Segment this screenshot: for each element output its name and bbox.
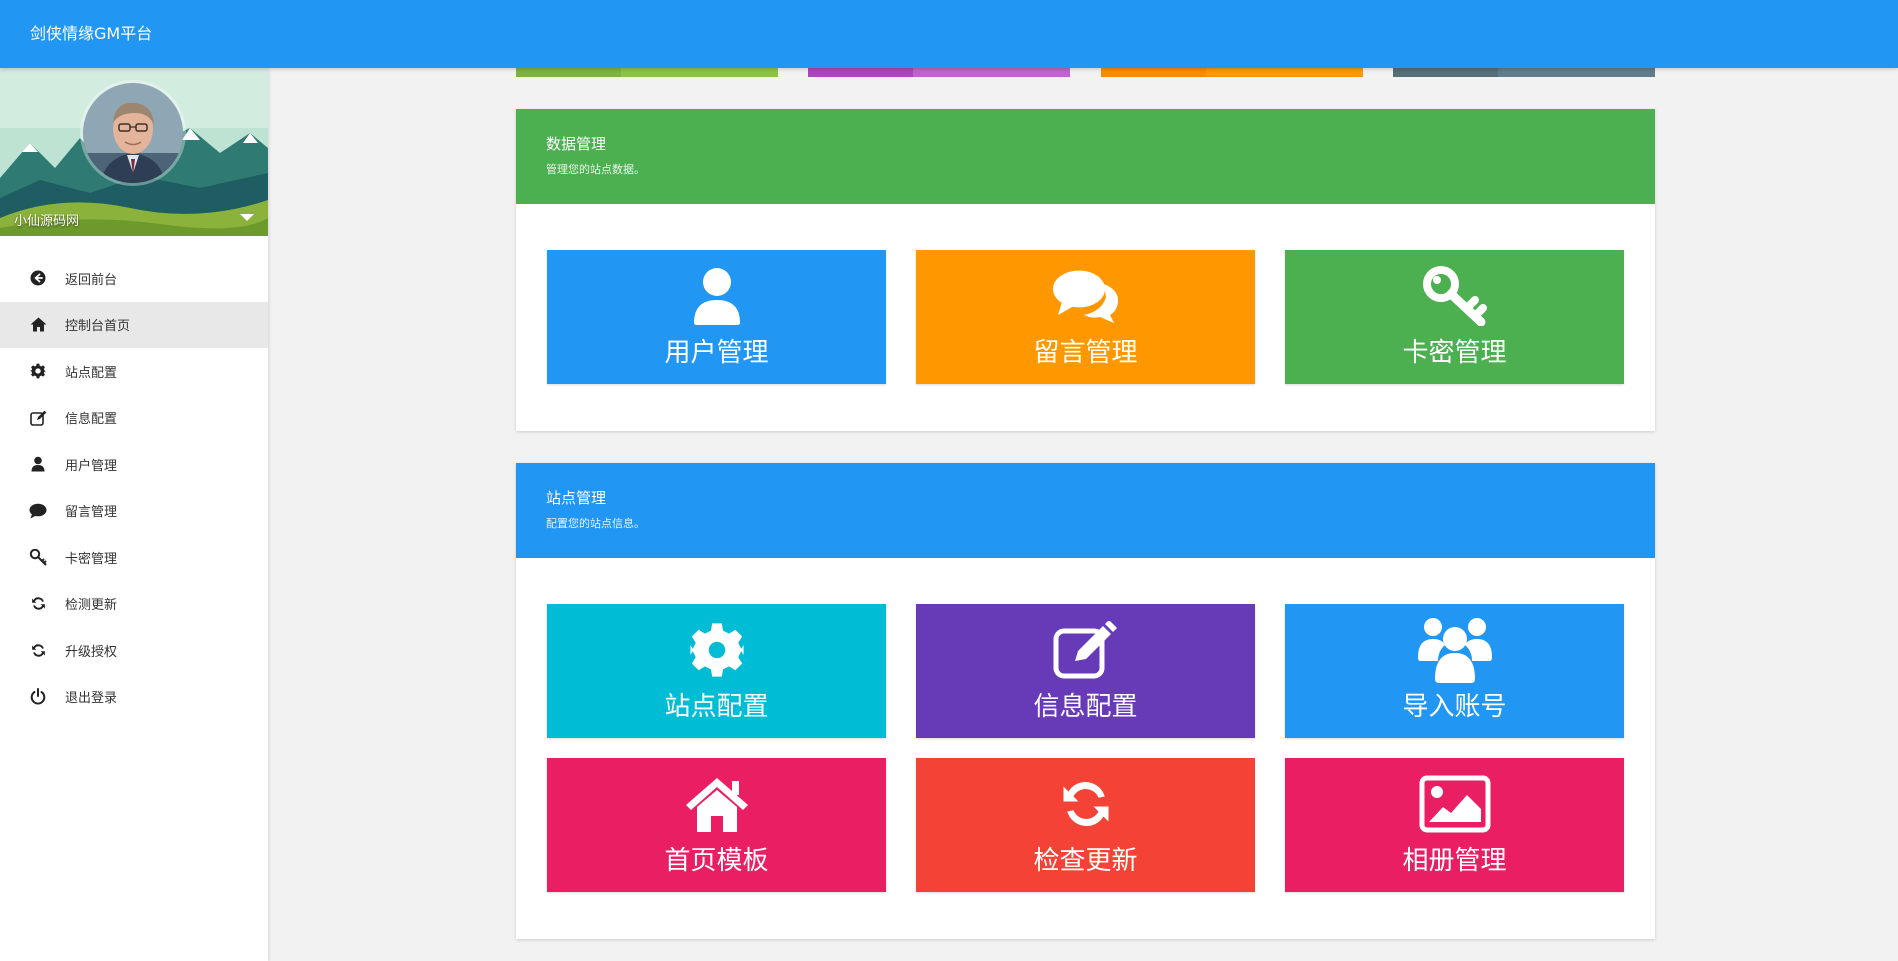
sidebar-item-label: 升级授权: [65, 644, 118, 660]
stat-card-1[interactable]: [516, 68, 778, 77]
tile-label: 站点配置: [664, 692, 769, 722]
sidebar-item-back-to-front[interactable]: 返回前台: [0, 255, 268, 302]
home-icon: [547, 772, 886, 836]
tile-label: 相册管理: [1402, 846, 1507, 876]
refresh-icon: [28, 640, 48, 660]
key-icon: [28, 547, 48, 567]
key-icon: [1285, 264, 1624, 328]
stat-card-1-accent: [516, 68, 621, 77]
panel-title: 站点管理: [546, 489, 607, 507]
sidebar-item-logout[interactable]: 退出登录: [0, 674, 268, 721]
sidebar-item-user-management[interactable]: 用户管理: [0, 441, 268, 488]
gear-icon: [547, 618, 886, 682]
sidebar-item-label: 控制台首页: [65, 319, 131, 335]
sidebar-item-label: 返回前台: [65, 272, 118, 288]
sidebar-item-label: 检测更新: [65, 598, 118, 614]
panel-subtitle: 管理您的站点数据。: [546, 163, 645, 176]
user-avatar-photo: [83, 83, 183, 183]
comment-icon: [28, 501, 48, 521]
stat-card-3[interactable]: [1101, 68, 1363, 77]
edit-icon: [916, 618, 1255, 682]
refresh-icon: [916, 772, 1255, 836]
tile-info-config[interactable]: 信息配置: [916, 604, 1255, 738]
data-management-header: 数据管理 管理您的站点数据。: [516, 109, 1655, 204]
sidebar-item-label: 站点配置: [65, 365, 118, 381]
caret-down-icon[interactable]: [240, 214, 254, 221]
user-icon: [28, 454, 48, 474]
stat-card-3-body: [1206, 68, 1363, 77]
tile-label: 检查更新: [1033, 846, 1138, 876]
sidebar-item-label: 卡密管理: [65, 551, 118, 567]
sidebar-item-label: 退出登录: [65, 691, 118, 707]
home-icon: [28, 315, 48, 335]
sidebar-item-label: 留言管理: [65, 505, 118, 521]
tile-site-config[interactable]: 站点配置: [547, 604, 886, 738]
stat-card-2-accent: [808, 68, 913, 77]
gear-icon: [28, 361, 48, 381]
tile-home-template[interactable]: 首页模板: [547, 758, 886, 892]
tile-label: 留言管理: [1033, 338, 1138, 368]
panel-subtitle: 配置您的站点信息。: [546, 517, 645, 530]
tile-label: 导入账号: [1402, 692, 1507, 722]
stat-card-1-body: [621, 68, 778, 77]
site-management-panel: 站点管理 配置您的站点信息。 站点配置 信息配置 导入账号 首页模板 检查更新: [516, 463, 1655, 939]
picture-icon: [1285, 772, 1624, 836]
refresh-icon: [28, 594, 48, 614]
sidebar: 小仙源码网 返回前台 控制台首页 站点配置 信息配置 用户管理 留言管理 卡密管…: [0, 68, 268, 961]
edit-icon: [28, 408, 48, 428]
stat-card-3-accent: [1101, 68, 1206, 77]
app-title[interactable]: 剑侠情缘GM平台: [30, 0, 152, 68]
tile-label: 卡密管理: [1402, 338, 1507, 368]
stat-card-2-body: [913, 68, 1070, 77]
users-icon: [1285, 618, 1624, 683]
sidebar-item-check-update[interactable]: 检测更新: [0, 581, 268, 628]
tile-card-key-management[interactable]: 卡密管理: [1285, 250, 1624, 384]
stat-card-4-accent: [1393, 68, 1498, 77]
user-icon: [547, 264, 886, 328]
sidebar-item-message-management[interactable]: 留言管理: [0, 488, 268, 535]
profile-card: 小仙源码网: [0, 68, 268, 236]
arrow-circle-left-icon: [28, 268, 48, 288]
sidebar-item-site-config[interactable]: 站点配置: [0, 348, 268, 395]
tile-album-management[interactable]: 相册管理: [1285, 758, 1624, 892]
avatar[interactable]: [80, 80, 186, 186]
sidebar-menu: 返回前台 控制台首页 站点配置 信息配置 用户管理 留言管理 卡密管理 检测更新…: [0, 255, 268, 720]
stat-cards-strip: [0, 68, 1898, 78]
sidebar-item-label: 信息配置: [65, 412, 118, 428]
tile-import-account[interactable]: 导入账号: [1285, 604, 1624, 738]
data-management-panel: 数据管理 管理您的站点数据。 用户管理 留言管理 卡密管理: [516, 109, 1655, 431]
sidebar-item-dashboard[interactable]: 控制台首页: [0, 301, 268, 348]
power-icon: [28, 687, 48, 707]
tile-label: 用户管理: [664, 338, 769, 368]
sidebar-item-info-config[interactable]: 信息配置: [0, 395, 268, 442]
comments-icon: [916, 264, 1255, 328]
sidebar-item-upgrade-license[interactable]: 升级授权: [0, 627, 268, 674]
stat-card-4-body: [1498, 68, 1655, 77]
sidebar-item-card-key-management[interactable]: 卡密管理: [0, 534, 268, 581]
stat-card-4[interactable]: [1393, 68, 1655, 77]
tile-check-update[interactable]: 检查更新: [916, 758, 1255, 892]
stat-card-2[interactable]: [808, 68, 1070, 77]
sidebar-item-label: 用户管理: [65, 458, 118, 474]
tile-message-management[interactable]: 留言管理: [916, 250, 1255, 384]
tile-label: 信息配置: [1033, 692, 1138, 722]
panel-title: 数据管理: [546, 135, 607, 153]
tile-label: 首页模板: [664, 846, 769, 876]
top-bar: 剑侠情缘GM平台: [0, 0, 1898, 68]
site-management-header: 站点管理 配置您的站点信息。: [516, 463, 1655, 558]
profile-name[interactable]: 小仙源码网: [14, 210, 79, 229]
tile-user-management[interactable]: 用户管理: [547, 250, 886, 384]
